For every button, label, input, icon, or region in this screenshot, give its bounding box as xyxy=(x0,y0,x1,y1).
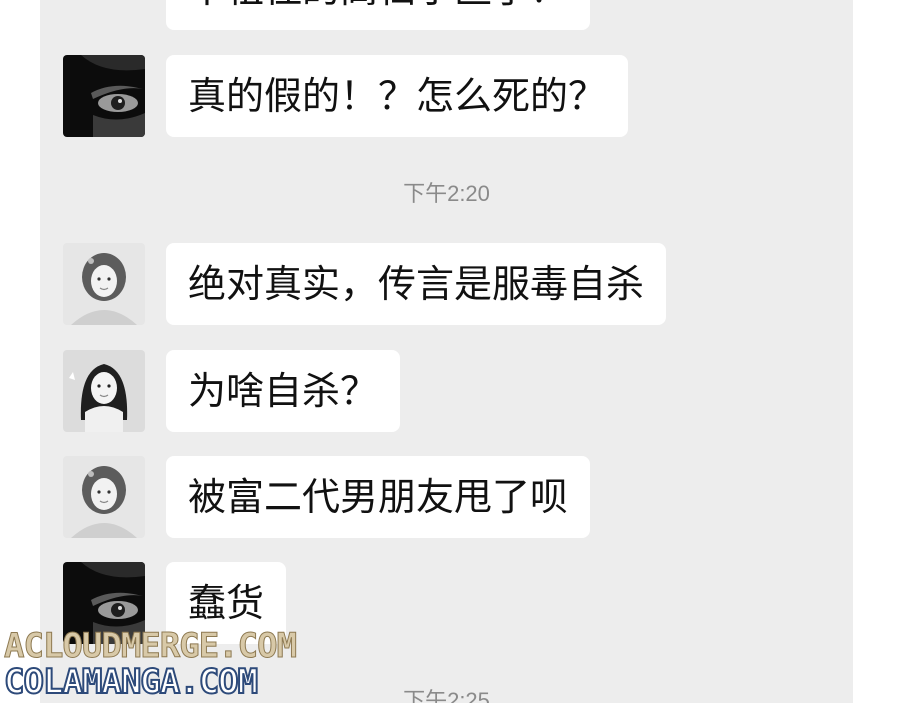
eye-portrait-icon xyxy=(63,55,145,137)
dark-eye-avatar[interactable] xyxy=(63,55,145,137)
girl-avatar[interactable] xyxy=(63,350,145,432)
girl-portrait-icon xyxy=(63,243,145,325)
chat-panel: 不租住的高档小区了？ 真的假的！？怎么死的？ 下午2:20 xyxy=(40,0,853,703)
message-bubble[interactable]: 被富二代男朋友甩了呗 xyxy=(166,456,591,538)
message-bubble[interactable]: 为啥自杀？ xyxy=(166,350,401,432)
girl-avatar[interactable] xyxy=(63,456,145,538)
timestamp: 下午2:20 xyxy=(403,181,490,206)
watermark-line-2: COLAMANGA.COM xyxy=(3,662,259,702)
message-text: 为啥自杀？ xyxy=(188,369,379,413)
message-text: 蠢货 xyxy=(188,581,265,625)
girl-avatar[interactable] xyxy=(63,243,145,325)
girl-portrait-icon xyxy=(63,350,145,432)
message-text: 被富二代男朋友甩了呗 xyxy=(188,475,569,519)
girl-portrait-icon xyxy=(63,456,145,538)
message-bubble[interactable]: 真的假的！？怎么死的？ xyxy=(166,55,629,137)
watermark-line-1: ACLOUDMERGE.COM xyxy=(3,626,297,666)
message-text: 真的假的！？怎么死的？ xyxy=(188,74,607,118)
message-text: 不租住的高档小区了？ xyxy=(188,0,568,11)
message-bubble[interactable]: 绝对真实，传言是服毒自杀 xyxy=(166,243,667,325)
message-text: 绝对真实，传言是服毒自杀 xyxy=(188,262,645,306)
message-bubble[interactable]: 不租住的高档小区了？ xyxy=(166,0,591,30)
